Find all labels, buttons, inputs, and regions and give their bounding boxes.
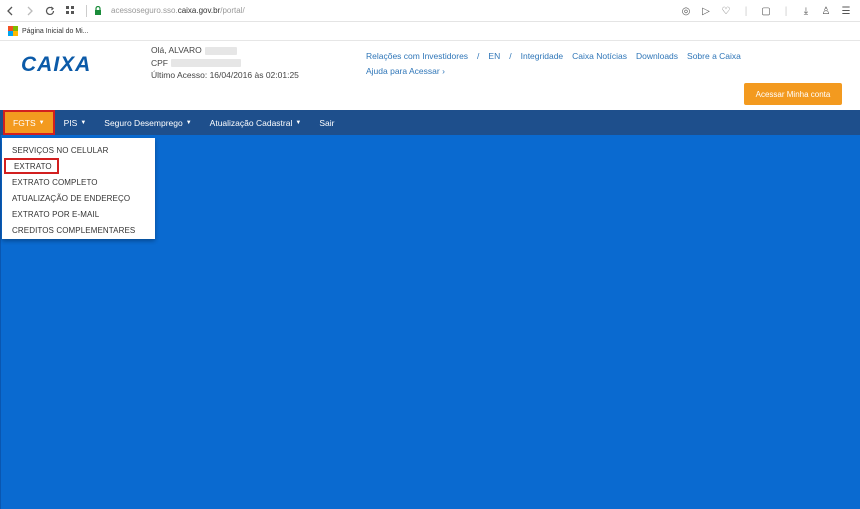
help-link[interactable]: Ajuda para Acessar › [366, 66, 445, 76]
heart-icon[interactable]: ♡ [716, 0, 736, 22]
menu-item-extrato-completo[interactable]: EXTRATO COMPLETO [2, 174, 155, 190]
back-icon[interactable] [0, 0, 20, 22]
url-prefix: acessoseguro.sso. [111, 6, 178, 15]
top-links: Relações com Investidores / EN / Integri… [366, 51, 750, 61]
caret-down-icon: ▼ [38, 119, 45, 126]
browser-actions: ◎ ▷ ♡ | ▢ | ⤓ ♙ ☰ [676, 0, 856, 22]
menu-item-extrato-email[interactable]: EXTRATO POR E-MAIL [2, 206, 155, 222]
link-caixa-noticias[interactable]: Caixa Notícias [572, 51, 627, 61]
caixa-logo[interactable]: CAIXA [21, 53, 91, 77]
user-info: Olá, ALVARO CPF Último Acesso: 16/04/201… [151, 44, 299, 82]
forward-icon[interactable] [20, 0, 40, 22]
caret-down-icon: ▼ [295, 119, 302, 126]
link-sobre-a-caixa[interactable]: Sobre a Caixa [687, 51, 741, 61]
nav-item-label: PIS [63, 117, 78, 128]
site-header: CAIXA Olá, ALVARO CPF Último Acesso: 16/… [0, 41, 860, 110]
divider-icon: | [744, 5, 748, 17]
divider-icon: | [784, 5, 788, 17]
reload-icon[interactable] [40, 0, 60, 22]
nav-item-label: Atualização Cadastral [209, 117, 293, 128]
microsoft-logo-icon [8, 26, 18, 36]
extension-icon[interactable]: ▢ [756, 0, 776, 22]
menu-item-servicos-celular[interactable]: SERVIÇOS NO CELULAR [2, 142, 155, 158]
nav-item-sair[interactable]: Sair [310, 110, 343, 135]
nav-item-label: Seguro Desemprego [104, 117, 183, 128]
url-host: caixa.gov.br [177, 6, 221, 15]
cpf-label: CPF [151, 57, 168, 68]
nav-item-atualizacao-cadastral[interactable]: Atualização Cadastral ▼ [201, 110, 311, 135]
link-separator: / [509, 51, 512, 61]
greeting-text: Olá, ALVARO [151, 45, 202, 55]
bookmark-link[interactable]: Página Inicial do Mi... [22, 28, 89, 35]
caret-down-icon: ▼ [80, 119, 87, 126]
caret-down-icon: ▼ [185, 119, 192, 126]
main-nav: FGTS ▼ PIS ▼ Seguro Desemprego ▼ Atualizaçã… [0, 110, 860, 135]
menu-item-extrato[interactable]: EXTRATO [4, 158, 59, 174]
fgts-dropdown-menu: SERVIÇOS NO CELULAR EXTRATO EXTRATO COMP… [2, 138, 155, 239]
apps-grid-icon[interactable] [60, 0, 80, 22]
account-button[interactable]: Acessar Minha conta [744, 83, 842, 105]
menu-item-creditos-complementares[interactable]: CREDITOS COMPLEMENTARES [2, 222, 155, 238]
camera-icon[interactable]: ◎ [676, 0, 696, 22]
menu-icon[interactable]: ☰ [836, 0, 856, 22]
address-bar[interactable]: acessoseguro.sso. caixa.gov.br/portal/ [111, 6, 245, 15]
nav-item-seguro-desemprego[interactable]: Seguro Desemprego ▼ [95, 110, 200, 135]
lock-icon[interactable] [93, 5, 103, 16]
nav-item-pis[interactable]: PIS ▼ [55, 110, 96, 135]
redacted-name [204, 46, 237, 55]
url-path: /portal/ [220, 6, 245, 15]
link-en[interactable]: EN [488, 51, 500, 61]
link-integridade[interactable]: Integridade [521, 51, 564, 61]
url-separator [86, 4, 87, 17]
bookmarks-bar: Página Inicial do Mi... [0, 22, 860, 41]
menu-item-atualizacao-endereco[interactable]: ATUALIZAÇÃO DE ENDEREÇO [2, 190, 155, 206]
nav-item-fgts[interactable]: FGTS ▼ [3, 110, 55, 135]
browser-toolbar: acessoseguro.sso. caixa.gov.br/portal/ ◎ … [0, 0, 860, 22]
nav-item-label: Sair [319, 117, 335, 128]
link-investidores[interactable]: Relações com Investidores [366, 51, 468, 61]
nav-item-label: FGTS [13, 117, 36, 128]
link-separator: / [477, 51, 480, 61]
link-downloads[interactable]: Downloads [636, 51, 678, 61]
redacted-cpf [171, 59, 241, 68]
profile-icon[interactable]: ♙ [816, 0, 836, 22]
last-access-text: Último Acesso: 16/04/2016 às 02:01:25 [151, 70, 299, 80]
play-icon[interactable]: ▷ [696, 0, 716, 22]
download-icon[interactable]: ⤓ [796, 0, 816, 22]
